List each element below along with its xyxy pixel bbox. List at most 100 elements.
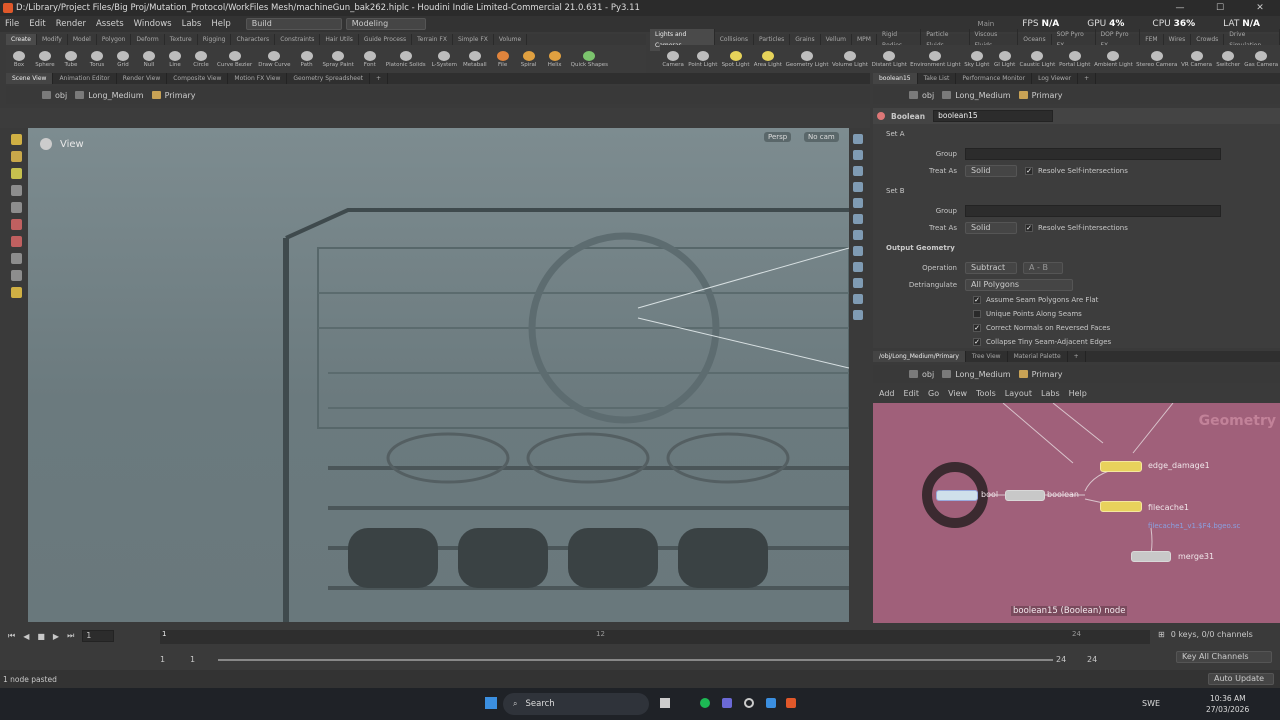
camera-menu[interactable]: No cam [804,132,839,142]
tab-take-list[interactable]: Take List [918,73,957,84]
network-menu-add[interactable]: Add [879,389,895,398]
shelf-tool-gi-light[interactable]: GI Light [992,50,1018,68]
resolve-a-checkbox[interactable]: ✓ [1025,167,1033,175]
desktop-modeling-combo[interactable]: Modeling [345,18,426,30]
shelf-tool-circle[interactable]: Circle [188,50,214,68]
shelf-tab[interactable]: Polygon [97,34,132,45]
add-tab-button[interactable]: + [1068,351,1086,362]
select-tool-icon[interactable] [10,134,22,145]
menu-help[interactable]: Help [206,16,235,32]
shelf-tab[interactable]: Particles [754,34,791,45]
breadcrumb-geo[interactable]: Primary [1018,370,1062,379]
range-start[interactable]: 1 [160,655,165,664]
shelf-tool-file[interactable]: File [490,50,516,68]
operation-select[interactable]: Subtract [965,262,1017,274]
clock-date[interactable]: 27/03/2026 [1206,705,1249,714]
output-geometry-header[interactable]: Output Geometry [886,244,955,252]
start-icon[interactable] [485,697,497,709]
shelf-tab[interactable]: Model [68,34,97,45]
snap-tool-icon[interactable] [10,270,22,281]
shelf-tab[interactable]: FEM [1140,34,1164,45]
network-menu-go[interactable]: Go [928,389,939,398]
shelf-tool-volume-light[interactable]: Volume Light [830,50,870,68]
menu-file[interactable]: File [0,16,24,32]
node-boolean[interactable] [1005,490,1045,501]
shelf-tab[interactable]: Hair Utils [320,34,359,45]
stop-icon[interactable]: ■ [37,632,45,641]
menu-windows[interactable]: Windows [129,16,177,32]
shelf-tab[interactable]: Collisions [715,34,754,45]
key-channel-icon[interactable]: ⊞ [1158,630,1165,639]
menu-labs[interactable]: Labs [177,16,207,32]
view-tool-icon[interactable] [10,253,22,264]
breadcrumb-object[interactable]: Long_Medium [75,91,144,100]
set-a-header[interactable]: Set A [886,130,905,138]
group-a-field[interactable] [965,148,1221,160]
range-start-2[interactable]: 1 [190,655,195,664]
shelf-tool-portal-light[interactable]: Portal Light [1057,50,1092,68]
shelf-tab[interactable]: Simple FX [453,34,494,45]
shelf-tab[interactable]: Terrain FX [412,34,453,45]
resolve-b-checkbox[interactable]: ✓ [1025,224,1033,232]
subtract-mode-select[interactable]: A - B [1023,262,1063,274]
shelf-tab[interactable]: Crowds [1191,34,1225,45]
tab-boolean15[interactable]: boolean15 [873,73,918,84]
shading-icon[interactable] [853,182,863,192]
shelf-tab[interactable]: Guide Process [359,34,413,45]
menu-render[interactable]: Render [51,16,91,32]
shelf-tab[interactable]: Rigging [198,34,232,45]
visualizer-icon[interactable] [853,278,863,288]
home-view-icon[interactable] [853,310,863,320]
menu-assets[interactable]: Assets [91,16,129,32]
option-checkbox[interactable]: ✓ [973,296,981,304]
desktop-combo[interactable]: Build [245,18,342,30]
shelf-tool-null[interactable]: Null [136,50,162,68]
shelf-tab[interactable]: Characters [231,34,276,45]
tab-composite-view[interactable]: Composite View [167,73,229,84]
step-back-icon[interactable]: ◀ [23,632,29,641]
shelf-tab[interactable]: MPM [852,34,877,45]
shelf-tool-vr-camera[interactable]: VR Camera [1179,50,1214,68]
node-merge[interactable] [1131,551,1171,562]
shelf-tab[interactable]: Vellum [821,34,852,45]
shelf-tool-curve-bezier[interactable]: Curve Bezier [214,50,255,68]
shelf-tool-l-system[interactable]: L-System [429,50,460,68]
shelf-tab[interactable]: Deform [131,34,165,45]
shelf-tool-platonic-solids[interactable]: Platonic Solids [383,50,429,68]
shelf-tool-line[interactable]: Line [162,50,188,68]
shelf-tool-metaball[interactable]: Metaball [460,50,490,68]
shelf-tab[interactable]: Grains [790,34,821,45]
node-filecache[interactable] [1100,501,1142,512]
shelf-tool-sky-light[interactable]: Sky Light [962,50,992,68]
scene-viewport[interactable]: View Persp No cam [28,128,849,622]
shelf-tool-tube[interactable]: Tube [58,50,84,68]
light-tool-icon[interactable] [10,287,22,298]
display-option-icon[interactable] [853,134,863,144]
obs-icon[interactable] [744,698,754,708]
network-menu-layout[interactable]: Layout [1005,389,1032,398]
shelf-tab[interactable]: Wires [1164,34,1192,45]
tab-scene-view[interactable]: Scene View [6,73,54,84]
shelf-tool-grid[interactable]: Grid [110,50,136,68]
houdini-taskbar-icon[interactable] [786,698,796,708]
jump-start-icon[interactable]: ⏮ [8,631,15,641]
shelf-tab[interactable]: Modify [37,34,68,45]
clock-time[interactable]: 10:36 AM [1210,694,1246,703]
scale-tool-icon[interactable] [10,185,22,196]
treat-as-b-select[interactable]: Solid [965,222,1017,234]
shelf-tool-camera[interactable]: Camera [660,50,686,68]
handle-tool-icon[interactable] [10,202,22,213]
minimize-button[interactable]: — [1160,0,1200,16]
close-button[interactable]: ✕ [1240,0,1280,16]
play-icon[interactable]: ▶ [53,632,59,641]
shelf-tab[interactable]: Constraints [275,34,321,45]
app-icon[interactable] [766,698,776,708]
group-b-field[interactable] [965,205,1221,217]
ghost-icon[interactable] [853,166,863,176]
shelf-tool-environment-light[interactable]: Environment Light [909,50,962,68]
tab-performance-monitor[interactable]: Performance Monitor [956,73,1033,84]
shelf-tool-spot-light[interactable]: Spot Light [719,50,751,68]
add-tab-button[interactable]: + [370,73,389,84]
shelf-tool-stereo-camera[interactable]: Stereo Camera [1135,50,1180,68]
network-menu-labs[interactable]: Labs [1041,389,1060,398]
